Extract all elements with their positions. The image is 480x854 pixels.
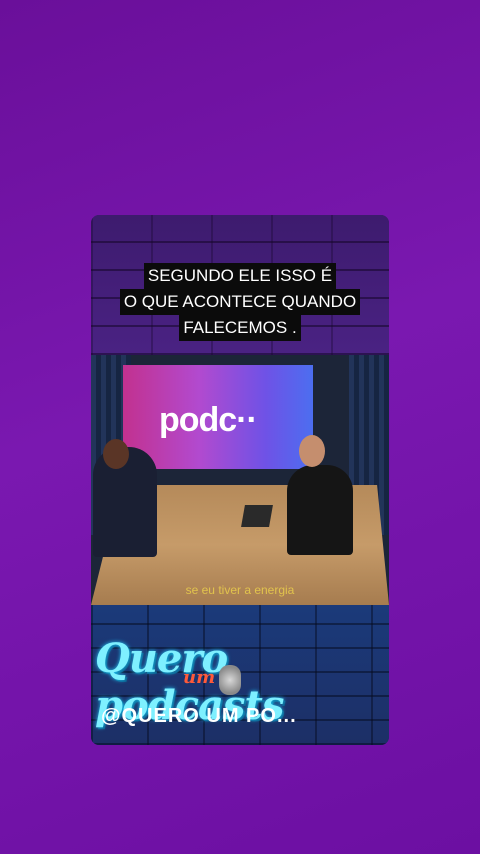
caption-line-1: SEGUNDO ELE ISSO É (143, 263, 337, 289)
brand-logo-um: um (183, 667, 216, 688)
video-frame[interactable]: podc·· se eu tiver a energia (91, 355, 389, 605)
laptop (241, 505, 273, 527)
host-person (287, 465, 353, 555)
studio-screen: podc·· (123, 365, 313, 469)
host-head (299, 435, 325, 467)
caption-line-2: O QUE ACONTECE QUANDO (119, 289, 361, 315)
screen-logo: podc·· (159, 401, 258, 439)
guest-head (103, 439, 129, 469)
video-card[interactable]: SEGUNDO ELE ISSO É O QUE ACONTECE QUANDO… (91, 215, 389, 745)
caption-block: SEGUNDO ELE ISSO É O QUE ACONTECE QUANDO… (91, 263, 389, 341)
top-brick-panel: SEGUNDO ELE ISSO É O QUE ACONTECE QUANDO… (91, 215, 389, 355)
video-subtitle: se eu tiver a energia (185, 583, 295, 597)
channel-handle[interactable]: @QUERO UM PO... (101, 705, 297, 728)
caption-line-3: FALECEMOS . (179, 315, 301, 341)
bottom-brick-panel: Quero podcasts um @QUERO UM PO... (91, 605, 389, 745)
microphone-icon (219, 665, 241, 695)
